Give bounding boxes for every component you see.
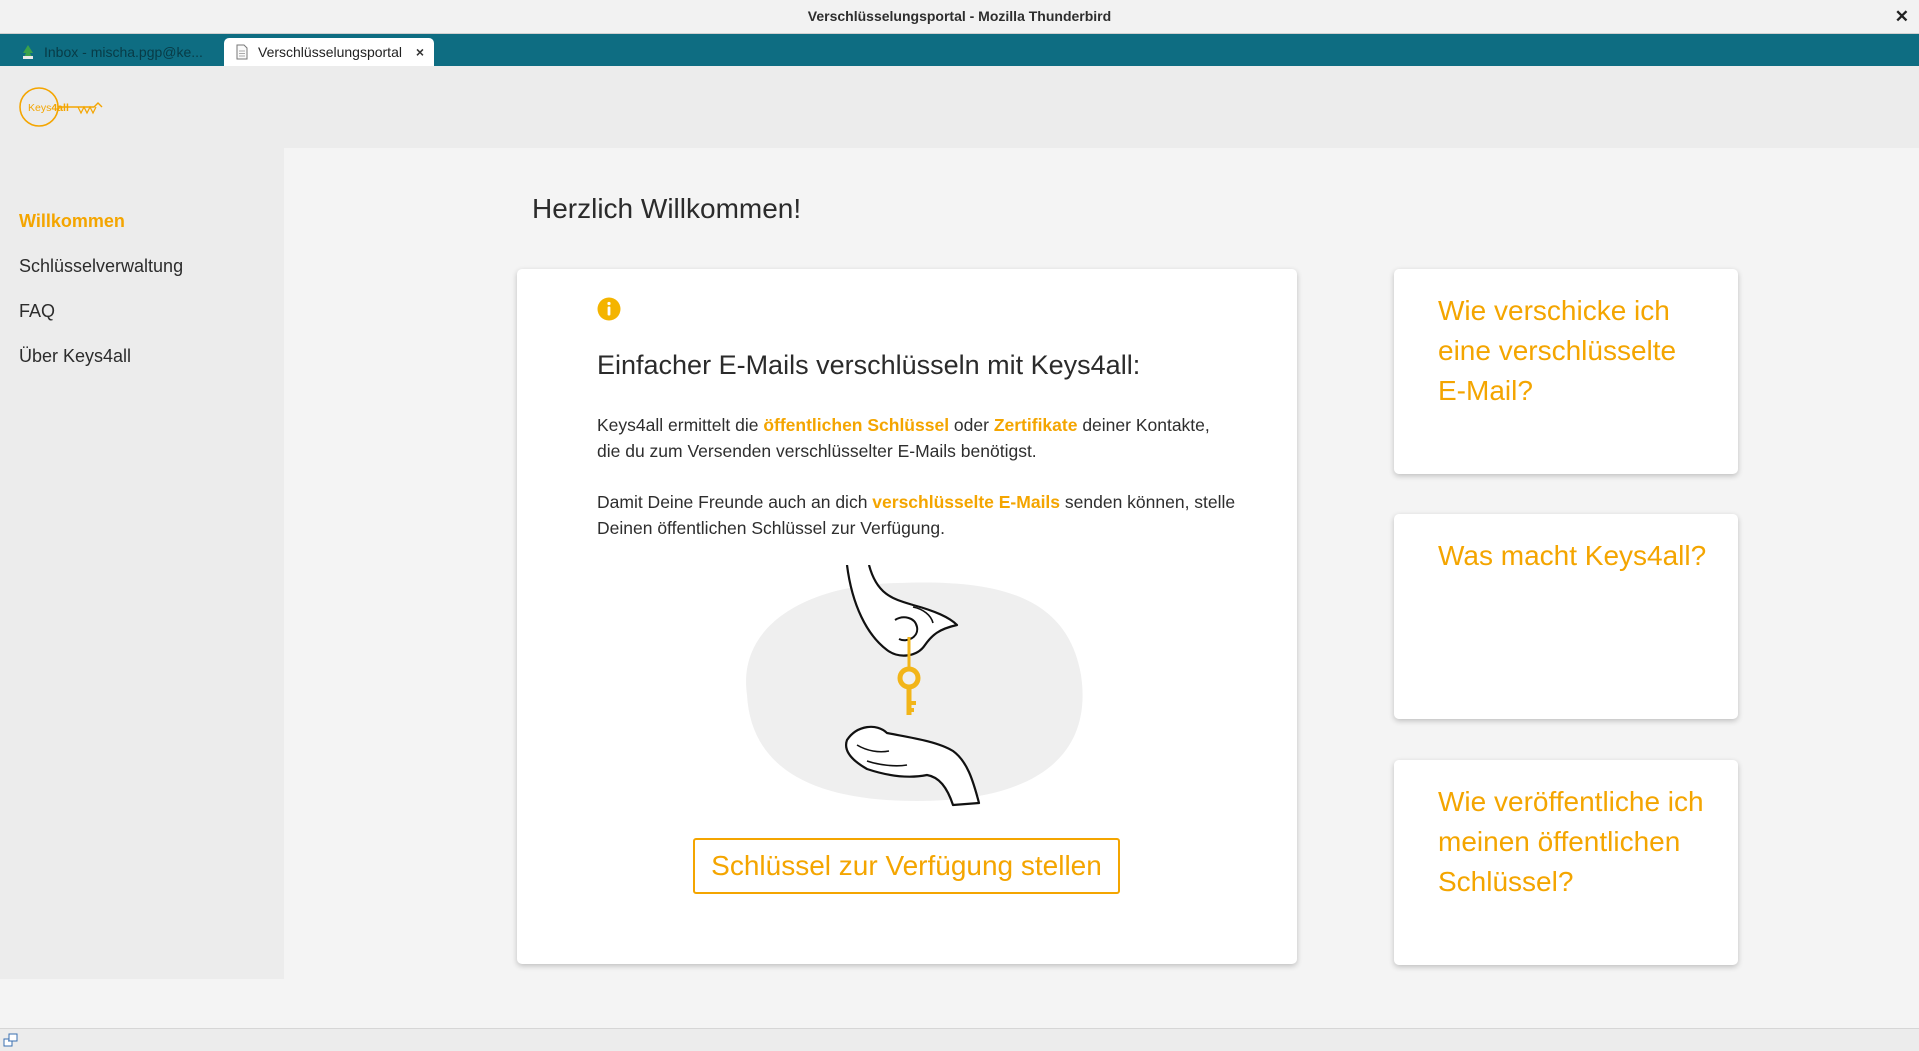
tab-close-button[interactable]: × xyxy=(416,44,424,60)
sidebar: Willkommen Schlüsselverwaltung FAQ Über … xyxy=(0,148,284,979)
thunderbird-icon xyxy=(23,45,33,59)
para1-text-1: Keys4all ermittelt die xyxy=(597,415,764,435)
para1-text-2: oder xyxy=(949,415,994,435)
window-close-button[interactable]: ✕ xyxy=(1895,0,1909,33)
para2-text-1: Damit Deine Freunde auch an dich xyxy=(597,492,873,512)
faq-card-send-encrypted[interactable]: Wie verschicke ich eine verschlüsselte E… xyxy=(1394,269,1738,474)
online-status-icon[interactable] xyxy=(3,1032,19,1048)
provide-key-button[interactable]: Schlüssel zur Verfügung stellen xyxy=(693,838,1120,894)
link-verschluesselte-emails[interactable]: verschlüsselte E-Mails xyxy=(872,492,1060,512)
window-titlebar: Verschlüsselungsportal - Mozilla Thunder… xyxy=(0,0,1919,34)
card-heading: Einfacher E-Mails verschlüsseln mit Keys… xyxy=(597,350,1141,380)
sidebar-item-schluesselverwaltung[interactable]: Schlüsselverwaltung xyxy=(19,256,183,277)
faq-card-what-is-keys4all[interactable]: Was macht Keys4all? xyxy=(1394,514,1738,719)
faq-card-publish-key[interactable]: Wie veröffentliche ich meinen öffentlich… xyxy=(1394,760,1738,965)
sidebar-item-faq[interactable]: FAQ xyxy=(19,301,55,322)
info-icon xyxy=(597,297,621,321)
tab-inbox-label: Inbox - mischa.pgp@ke... xyxy=(44,44,203,60)
link-zertifikate[interactable]: Zertifikate xyxy=(994,415,1078,435)
tab-portal-label: Verschlüsselungsportal xyxy=(258,44,402,60)
keys4all-logo[interactable]: Keys4all xyxy=(18,84,108,130)
faq-question: Wie veröffentliche ich meinen öffentlich… xyxy=(1438,786,1704,897)
hands-passing-key-illustration xyxy=(746,565,1083,807)
status-bar xyxy=(0,1028,1919,1051)
faq-question: Was macht Keys4all? xyxy=(1438,540,1707,571)
tab-inbox[interactable]: Inbox - mischa.pgp@ke... xyxy=(10,38,222,66)
share-paragraph: Damit Deine Freunde auch an dich verschl… xyxy=(597,489,1237,541)
svg-text:Keys4all: Keys4all xyxy=(28,102,69,114)
tab-verschluesselungsportal[interactable]: Verschlüsselungsportal × xyxy=(224,38,434,66)
intro-paragraph: Keys4all ermittelt die öffentlichen Schl… xyxy=(597,412,1237,464)
sidebar-item-willkommen[interactable]: Willkommen xyxy=(19,211,125,232)
page-title: Herzlich Willkommen! xyxy=(532,193,802,224)
welcome-card: Einfacher E-Mails verschlüsseln mit Keys… xyxy=(517,269,1297,964)
faq-question: Wie verschicke ich eine verschlüsselte E… xyxy=(1438,295,1677,406)
window-title: Verschlüsselungsportal - Mozilla Thunder… xyxy=(807,8,1112,24)
tab-bar: Inbox - mischa.pgp@ke... Verschlüsselung… xyxy=(0,34,1919,66)
portal-header: Keys4all xyxy=(0,66,1919,148)
sidebar-item-ueber-keys4all[interactable]: Über Keys4all xyxy=(19,346,131,367)
link-oeffentliche-schluessel[interactable]: öffentlichen Schlüssel xyxy=(763,415,949,435)
document-icon xyxy=(236,44,248,60)
